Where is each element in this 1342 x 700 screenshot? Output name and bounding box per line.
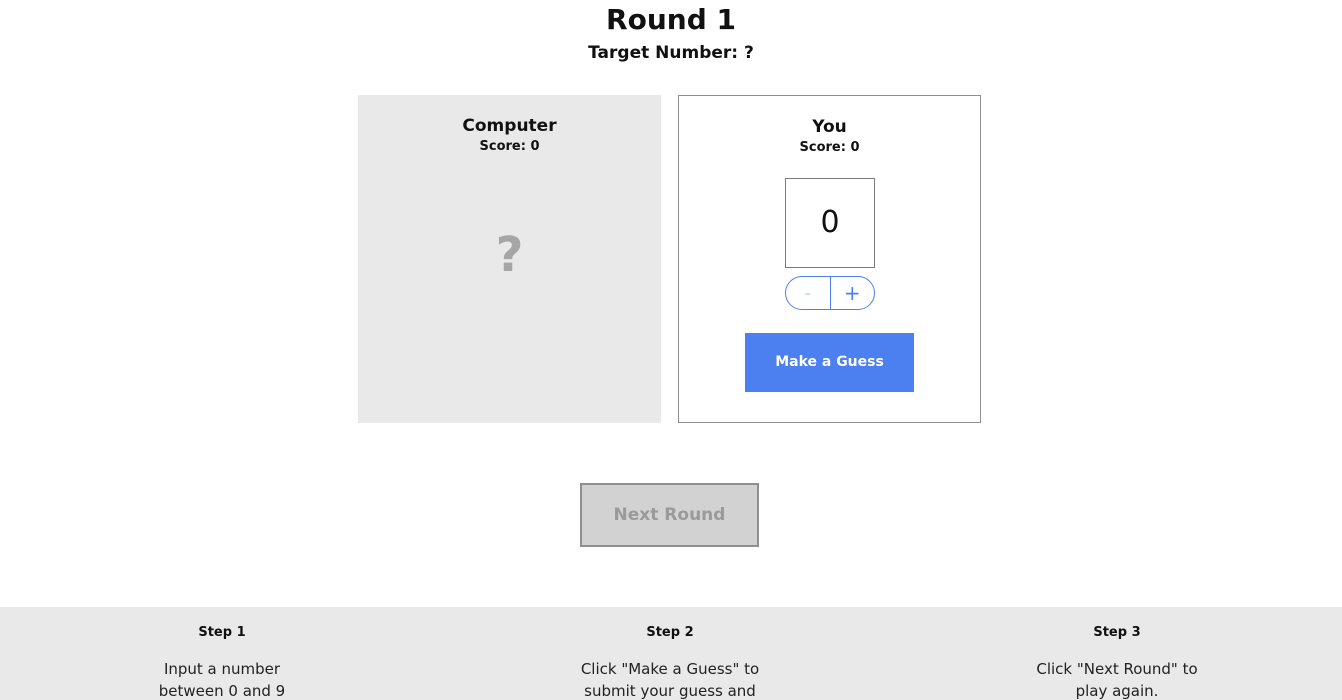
step-text: Click "Make a Guess" to submit your gues… — [550, 658, 790, 700]
step-text-line: play again. — [1075, 682, 1159, 700]
step-title: Step 3 — [1093, 625, 1141, 640]
guess-number-display[interactable]: 0 — [785, 178, 875, 268]
step-text-line: Input a number — [163, 660, 281, 678]
step-title: Step 1 — [198, 625, 246, 640]
step-title: Step 2 — [646, 625, 694, 640]
human-name: You — [812, 117, 847, 137]
step-text-line: Click "Next Round" to — [1036, 660, 1198, 678]
round-title: Round 1 — [606, 3, 736, 36]
decrement-button[interactable]: - — [786, 277, 831, 309]
step-text-line: submit your guess and — [584, 682, 756, 700]
game-page: Round 1 Target Number: ? Computer Score:… — [0, 0, 1342, 700]
human-score: Score: 0 — [799, 140, 860, 155]
computer-panel: Computer Score: 0 ? — [358, 95, 661, 423]
make-a-guess-button[interactable]: Make a Guess — [745, 333, 914, 392]
target-number: Target Number: ? — [588, 43, 754, 63]
instructions-section: Step 1 Input a number between 0 and 9 St… — [0, 607, 1342, 700]
step-text-line: Click "Make a Guess" to — [580, 660, 760, 678]
guess-stepper: - + — [785, 276, 875, 310]
next-round-button[interactable]: Next Round — [580, 483, 759, 547]
step-text-line: between 0 and 9 — [158, 682, 286, 700]
computer-score: Score: 0 — [479, 139, 540, 154]
computer-guess: ? — [495, 227, 524, 283]
computer-name: Computer — [462, 116, 557, 136]
human-panel: You Score: 0 0 - + Make a Guess — [678, 95, 981, 423]
increment-button[interactable]: + — [831, 277, 875, 309]
step-text: Input a number between 0 and 9 — [102, 658, 342, 700]
step-text: Click "Next Round" to play again. — [997, 658, 1237, 700]
